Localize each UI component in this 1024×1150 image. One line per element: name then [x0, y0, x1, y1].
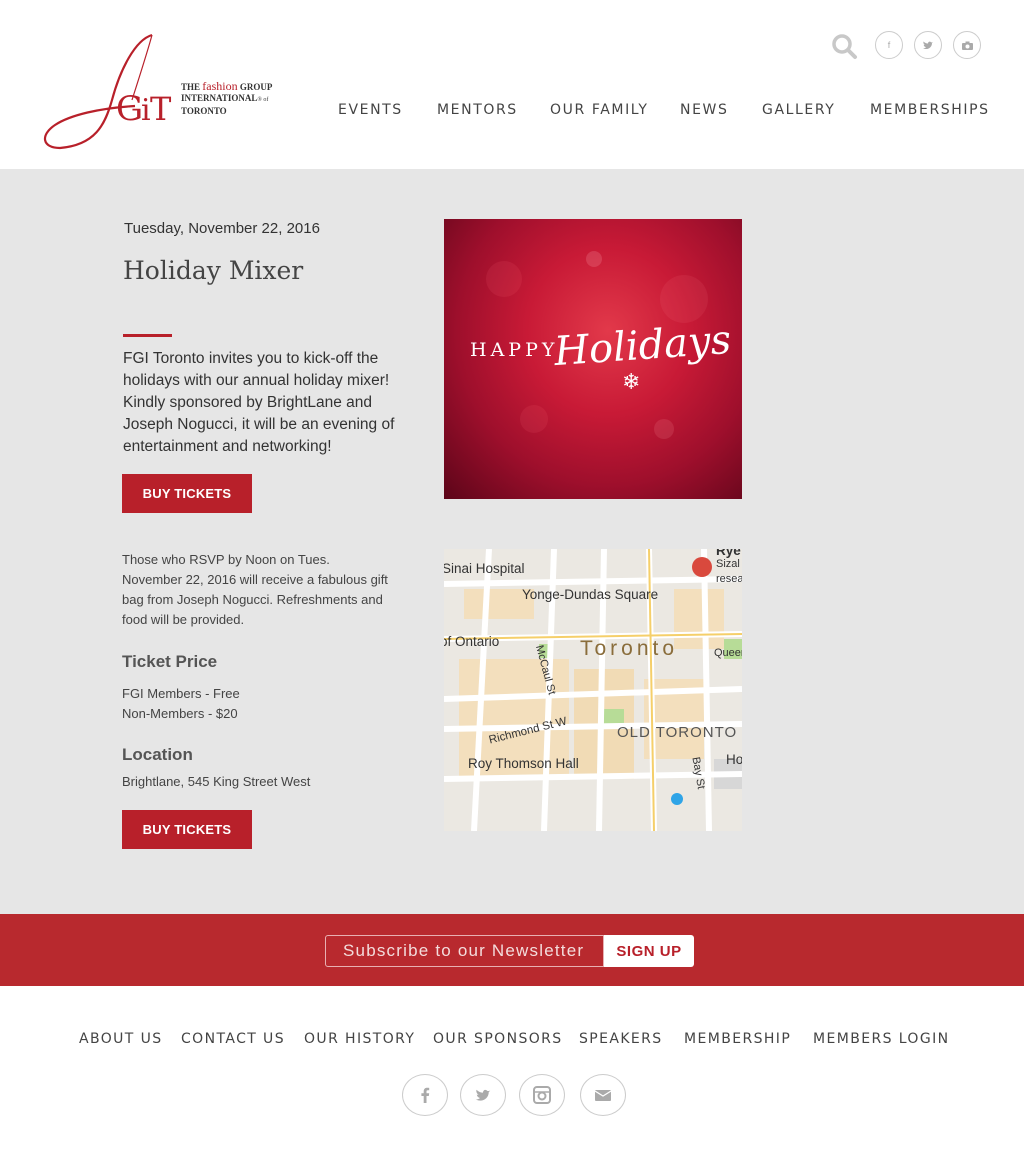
instagram-glyph-icon [533, 1086, 551, 1104]
location-heading: Location [122, 745, 193, 764]
logo-text: THE fashion GROUP INTERNATIONAL® of TORO… [181, 79, 301, 117]
logo-text-fashion: fashion [202, 79, 238, 93]
footer-speakers[interactable]: SPEAKERS [579, 1031, 663, 1047]
facebook-icon[interactable]: f [875, 31, 903, 59]
twitter-icon[interactable] [460, 1074, 506, 1116]
logo-text-group: GROUP [239, 82, 273, 92]
search-icon[interactable] [830, 32, 858, 60]
newsletter-email-input[interactable]: Subscribe to our Newsletter [325, 935, 604, 967]
facebook-glyph-icon [421, 1087, 430, 1103]
footer-about-us[interactable]: ABOUT US [79, 1031, 163, 1047]
instagram-icon[interactable] [519, 1074, 565, 1116]
snowflake-icon: ❄ [622, 369, 641, 394]
logo-text-international: INTERNATIONAL [181, 93, 258, 103]
twitter-bird-icon [923, 41, 933, 49]
nav-gallery[interactable]: GALLERY [762, 102, 835, 118]
ticket-nonmembers-price: Non-Members - $20 [122, 706, 238, 721]
email-icon[interactable] [580, 1074, 626, 1116]
map-label-sinai: Sinai Hospital [444, 561, 525, 576]
twitter-glyph-icon [475, 1089, 491, 1101]
happy-holidays-image: HAPPY Holidays ❄ [444, 219, 742, 499]
svg-text:G: G [116, 89, 143, 129]
rsvp-text: Those who RSVP by Noon on Tues. November… [122, 552, 388, 627]
signup-button[interactable]: SIGN UP [604, 935, 694, 967]
event-date: Tuesday, November 22, 2016 [124, 220, 320, 237]
nav-news[interactable]: NEWS [680, 102, 728, 118]
map-label-toronto: Toronto [580, 637, 679, 660]
nav-our-family[interactable]: OUR FAMILY [550, 102, 649, 118]
map-label-rye: Rye [716, 549, 741, 558]
buy-tickets-button-bottom[interactable]: BUY TICKETS [122, 810, 252, 849]
event-title: Holiday Mixer [123, 256, 304, 285]
logo-text-toronto: TORONTO [181, 106, 227, 116]
map-label-resea: resea [716, 573, 742, 585]
map-label-sizal: Sizal [716, 558, 740, 570]
map-label-yonge: Yonge-Dundas Square [522, 587, 659, 602]
facebook-icon[interactable] [402, 1074, 448, 1116]
map-label-old-toronto: OLD TORONTO [617, 724, 738, 741]
nav-events[interactable]: EVENTS [338, 102, 403, 118]
ticket-members-price: FGI Members - Free [122, 686, 240, 701]
map-label-ho: Ho [726, 752, 742, 767]
event-description: FGI Toronto invites you to kick-off the … [123, 350, 395, 455]
title-divider [123, 334, 172, 337]
footer-members-login[interactable]: MEMBERS LOGIN [813, 1031, 950, 1047]
buy-tickets-button-top[interactable]: BUY TICKETS [122, 474, 252, 513]
footer-our-sponsors[interactable]: OUR SPONSORS [433, 1031, 563, 1047]
camera-icon[interactable] [953, 31, 981, 59]
logo-text-of: ® of [257, 97, 269, 103]
location-address: Brightlane, 545 King Street West [122, 774, 311, 789]
fgi-toronto-logo[interactable]: G i T THE fashion GROUP INTERNATIONAL® o… [40, 30, 290, 155]
ticket-price-heading: Ticket Price [122, 652, 218, 671]
happy-text: HAPPY [470, 339, 559, 361]
map-label-ontario: of Ontario [444, 634, 500, 649]
nav-memberships[interactable]: MEMBERSHIPS [870, 102, 990, 118]
map-label-queen: Queen [714, 647, 742, 659]
footer-membership[interactable]: MEMBERSHIP [684, 1031, 791, 1047]
location-map[interactable]: Sinai Hospital Yonge-Dundas Square of On… [444, 549, 742, 831]
nav-mentors[interactable]: MENTORS [437, 102, 518, 118]
footer-our-history[interactable]: OUR HISTORY [304, 1031, 415, 1047]
twitter-icon[interactable] [914, 31, 942, 59]
envelope-glyph-icon [595, 1089, 611, 1101]
map-label-roy-thomson: Roy Thomson Hall [468, 756, 579, 771]
svg-text:T: T [150, 90, 172, 128]
camera-glyph-icon [961, 41, 973, 50]
footer-contact-us[interactable]: CONTACT US [181, 1031, 285, 1047]
logo-text-the: THE [181, 82, 201, 92]
